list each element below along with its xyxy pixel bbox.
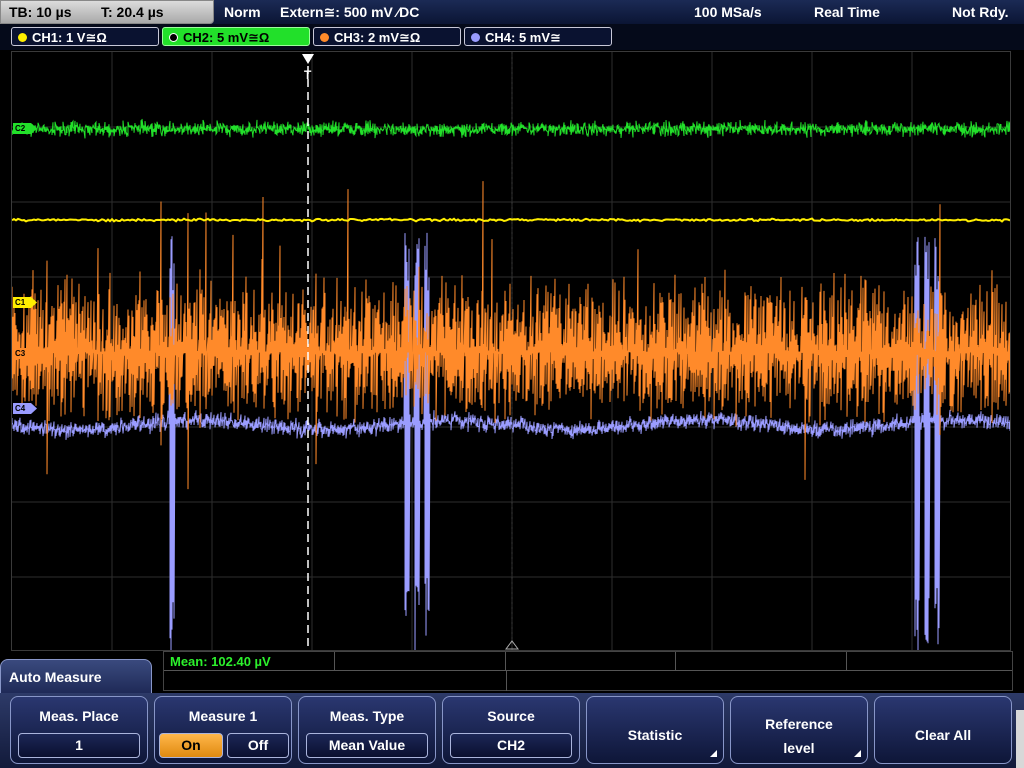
channel-bar: CH1: 1 V≅Ω CH2: 5 mV≅Ω CH3: 2 mV≅Ω CH4: … xyxy=(0,24,1024,50)
channel-tab-ch2[interactable]: CH2: 5 mV≅Ω xyxy=(162,27,310,46)
menu-scroll-edge[interactable] xyxy=(1016,710,1024,768)
measure1-softkey[interactable]: Measure 1 On Off xyxy=(154,696,292,764)
sample-rate: 100 MSa/s xyxy=(694,4,762,20)
mean-measurement: Mean: 102.40 µV xyxy=(170,654,271,669)
meas-place-value[interactable]: 1 xyxy=(18,733,140,758)
source-softkey[interactable]: Source CH2 xyxy=(442,696,580,764)
trigger-time: T: 20.4 µs xyxy=(101,4,164,20)
submenu-arrow-icon xyxy=(854,750,861,757)
ch4-color-dot xyxy=(471,33,480,42)
measure1-off-button[interactable]: Off xyxy=(227,733,289,758)
source-label: Source xyxy=(487,708,535,724)
menu-title: Auto Measure xyxy=(9,669,102,685)
meas-place-softkey[interactable]: Meas. Place 1 xyxy=(10,696,148,764)
channel-label: CH3: 2 mV≅Ω xyxy=(334,30,421,45)
meas-cell-1: Mean: 102.40 µV xyxy=(164,652,335,671)
trigger-label: T xyxy=(304,68,312,82)
channel-tab-ch4[interactable]: CH4: 5 mV≅ xyxy=(464,27,612,46)
channel-label: CH2: 5 mV≅Ω xyxy=(183,30,270,45)
channel-tab-ch1[interactable]: CH1: 1 V≅Ω xyxy=(11,27,159,46)
meas-divider xyxy=(506,671,507,691)
waveform-canvas: T xyxy=(12,52,1010,650)
trigger-mode[interactable]: Norm xyxy=(224,0,261,24)
channel-label: CH1: 1 V≅Ω xyxy=(32,30,107,45)
statistic-softkey[interactable]: Statistic xyxy=(586,696,724,764)
meas-cell-5 xyxy=(847,652,1012,671)
meas-type-value[interactable]: Mean Value xyxy=(306,733,428,758)
reference-level-softkey[interactable]: Reference level xyxy=(730,696,868,764)
statistic-label: Statistic xyxy=(627,727,683,743)
submenu-arrow-icon xyxy=(710,750,717,757)
reference-label-line1: Reference xyxy=(765,716,833,732)
channel-tab-ch3[interactable]: CH3: 2 mV≅Ω xyxy=(313,27,461,46)
measurement-results: Mean: 102.40 µV xyxy=(163,651,1013,691)
reference-label-line2: level xyxy=(783,740,815,756)
softkey-menu: Meas. Place 1 Measure 1 On Off Meas. Typ… xyxy=(0,693,1024,768)
timebase-box[interactable]: TB: 10 µs T: 20.4 µs xyxy=(0,0,214,24)
clear-all-label: Clear All xyxy=(914,727,972,743)
ch3-color-dot xyxy=(320,33,329,42)
clear-all-softkey[interactable]: Clear All xyxy=(874,696,1012,764)
channel-label: CH4: 5 mV≅ xyxy=(485,30,561,45)
acquisition-state: Not Rdy. xyxy=(952,4,1009,20)
meas-cell-2 xyxy=(335,652,506,671)
ch1-trace xyxy=(12,217,1010,223)
meas-place-label: Meas. Place xyxy=(39,708,119,724)
waveform-display[interactable]: T C2 C1 C3 C4 xyxy=(11,51,1011,651)
acquisition-mode: Real Time xyxy=(814,4,880,20)
measure1-label: Measure 1 xyxy=(188,708,258,724)
meas-type-label: Meas. Type xyxy=(329,708,405,724)
timebase: TB: 10 µs xyxy=(9,4,72,20)
meas-cell-4 xyxy=(676,652,847,671)
ch2-color-dot xyxy=(169,33,178,42)
status-bar: TB: 10 µs T: 20.4 µs Norm Extern≅: 500 m… xyxy=(0,0,1024,24)
ch1-color-dot xyxy=(18,33,27,42)
meas-cell-3 xyxy=(506,652,676,671)
meas-type-softkey[interactable]: Meas. Type Mean Value xyxy=(298,696,436,764)
trigger-source[interactable]: Extern≅: 500 mV ⁄DC xyxy=(280,0,419,24)
source-value[interactable]: CH2 xyxy=(450,733,572,758)
measure1-on-button[interactable]: On xyxy=(159,733,223,758)
